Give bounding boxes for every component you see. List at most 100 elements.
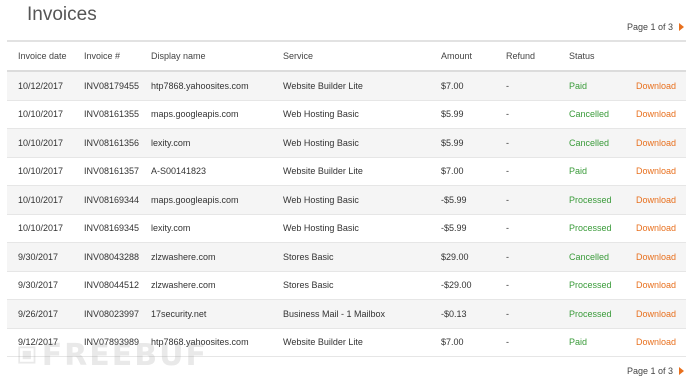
table-row: 9/30/2017 INV08043288 zlzwashere.com Stores…: [7, 242, 686, 272]
download-link[interactable]: Download: [636, 252, 676, 262]
service-cell: Web Hosting Basic: [283, 194, 359, 205]
download-link[interactable]: Download: [636, 166, 676, 176]
display-name-cell: zlzwashere.com: [151, 251, 216, 262]
status-cell: Cancelled: [569, 109, 610, 120]
table-row: 9/26/2017 INV08023997 17security.net Busine…: [7, 299, 686, 329]
status-cell: Cancelled: [569, 137, 610, 148]
amount-cell: -$5.99: [441, 194, 467, 205]
refund-cell: -: [506, 223, 509, 234]
status-cell: Processed: [569, 280, 612, 291]
amount-cell: $7.00: [441, 337, 464, 348]
download-link[interactable]: Download: [636, 138, 676, 148]
refund-cell: -: [506, 166, 509, 177]
column-header-service: Service: [283, 40, 441, 72]
status-cell: Paid: [569, 166, 588, 177]
status-cell: Processed: [569, 194, 612, 205]
download-link[interactable]: Download: [636, 81, 676, 91]
amount-cell: $29.00: [441, 251, 469, 262]
download-link[interactable]: Download: [636, 195, 676, 205]
invoices-table: Invoice date Invoice # Display name Serv…: [7, 40, 686, 357]
amount-cell: -$5.99: [441, 223, 467, 234]
invoice-date-cell: 10/10/2017: [18, 194, 64, 205]
table-row: 10/10/2017 INV08161357 A-S00141823 Website …: [7, 157, 686, 186]
download-link[interactable]: Download: [636, 280, 676, 290]
column-header-action: [635, 40, 686, 72]
table-row: 9/30/2017 INV08044512 zlzwashere.com Stores…: [7, 271, 686, 300]
invoice-number-cell: INV08023997: [84, 308, 140, 319]
invoices-table-body: 10/12/2017 INV08179455 htp7868.yahoosites.…: [7, 71, 686, 357]
invoice-date-cell: 9/26/2017: [18, 308, 59, 319]
table-row: 10/10/2017 INV08161356 lexity.com Web Hosti…: [7, 128, 686, 158]
status-cell: Paid: [569, 337, 588, 348]
invoice-date-cell: 9/30/2017: [18, 280, 59, 291]
pagination-label: Page 1 of 3: [626, 22, 673, 32]
status-cell: Cancelled: [569, 251, 610, 262]
pagination-top: Page 1 of 3: [627, 22, 684, 32]
download-link[interactable]: Download: [636, 223, 676, 233]
service-cell: Website Builder Lite: [283, 166, 363, 177]
invoice-number-cell: INV08179455: [84, 80, 140, 91]
next-page-icon[interactable]: [679, 23, 684, 31]
pagination-bottom: Page 1 of 3: [627, 366, 684, 376]
table-row: 9/12/2017 INV07893989 htp7868.yahoosites.c…: [7, 328, 686, 357]
amount-cell: -$0.13: [441, 308, 467, 319]
status-cell: Processed: [569, 223, 612, 234]
display-name-cell: htp7868.yahoosites.com: [151, 337, 249, 348]
display-name-cell: 17security.net: [151, 308, 207, 319]
invoice-number-cell: INV08043288: [84, 251, 140, 262]
display-name-cell: A-S00141823: [151, 166, 207, 177]
amount-cell: $7.00: [441, 80, 464, 91]
invoice-date-cell: 10/12/2017: [18, 80, 64, 91]
invoice-number-cell: INV07893989: [84, 337, 140, 348]
amount-cell: -$29.00: [441, 280, 472, 291]
download-link[interactable]: Download: [636, 337, 676, 347]
invoice-date-cell: 10/10/2017: [18, 109, 64, 120]
invoice-number-cell: INV08161357: [84, 166, 140, 177]
table-row: 10/12/2017 INV08179455 htp7868.yahoosites.…: [7, 71, 686, 101]
service-cell: Web Hosting Basic: [283, 137, 359, 148]
invoice-date-cell: 10/10/2017: [18, 137, 64, 148]
pagination-label: Page 1 of 3: [626, 366, 673, 376]
table-row: 10/10/2017 INV08169344 maps.googleapis.com…: [7, 185, 686, 215]
download-link[interactable]: Download: [636, 309, 676, 319]
invoice-number-cell: INV08044512: [84, 280, 140, 291]
refund-cell: -: [506, 137, 509, 148]
display-name-cell: zlzwashere.com: [151, 280, 216, 291]
display-name-cell: maps.googleapis.com: [151, 194, 239, 205]
refund-cell: -: [506, 308, 509, 319]
display-name-cell: htp7868.yahoosites.com: [151, 80, 249, 91]
next-page-icon[interactable]: [679, 367, 684, 375]
invoice-date-cell: 10/10/2017: [18, 166, 64, 177]
display-name-cell: lexity.com: [151, 137, 191, 148]
download-link[interactable]: Download: [636, 109, 676, 119]
invoice-number-cell: INV08169345: [84, 223, 140, 234]
display-name-cell: maps.googleapis.com: [151, 109, 239, 120]
service-cell: Website Builder Lite: [283, 80, 363, 91]
invoice-date-cell: 10/10/2017: [18, 223, 64, 234]
column-header-refund: Refund: [506, 40, 569, 72]
page-title: Invoices: [27, 4, 97, 25]
column-header-invoice-number: Invoice #: [84, 40, 151, 72]
refund-cell: -: [506, 109, 509, 120]
status-cell: Paid: [569, 80, 588, 91]
service-cell: Web Hosting Basic: [283, 109, 359, 120]
refund-cell: -: [506, 337, 509, 348]
status-cell: Processed: [569, 308, 612, 319]
service-cell: Business Mail - 1 Mailbox: [283, 308, 386, 319]
amount-cell: $5.99: [441, 109, 464, 120]
table-header-row: Invoice date Invoice # Display name Serv…: [7, 40, 686, 72]
invoice-number-cell: INV08161355: [84, 109, 140, 120]
invoice-number-cell: INV08169344: [84, 194, 140, 205]
service-cell: Web Hosting Basic: [283, 223, 359, 234]
refund-cell: -: [506, 280, 509, 291]
service-cell: Stores Basic: [283, 280, 334, 291]
table-row: 10/10/2017 INV08161355 maps.googleapis.com…: [7, 100, 686, 129]
invoice-date-cell: 9/12/2017: [18, 337, 59, 348]
amount-cell: $5.99: [441, 137, 464, 148]
refund-cell: -: [506, 80, 509, 91]
refund-cell: -: [506, 194, 509, 205]
column-header-display-name: Display name: [151, 40, 283, 72]
invoice-date-cell: 9/30/2017: [18, 251, 59, 262]
refund-cell: -: [506, 251, 509, 262]
service-cell: Stores Basic: [283, 251, 334, 262]
